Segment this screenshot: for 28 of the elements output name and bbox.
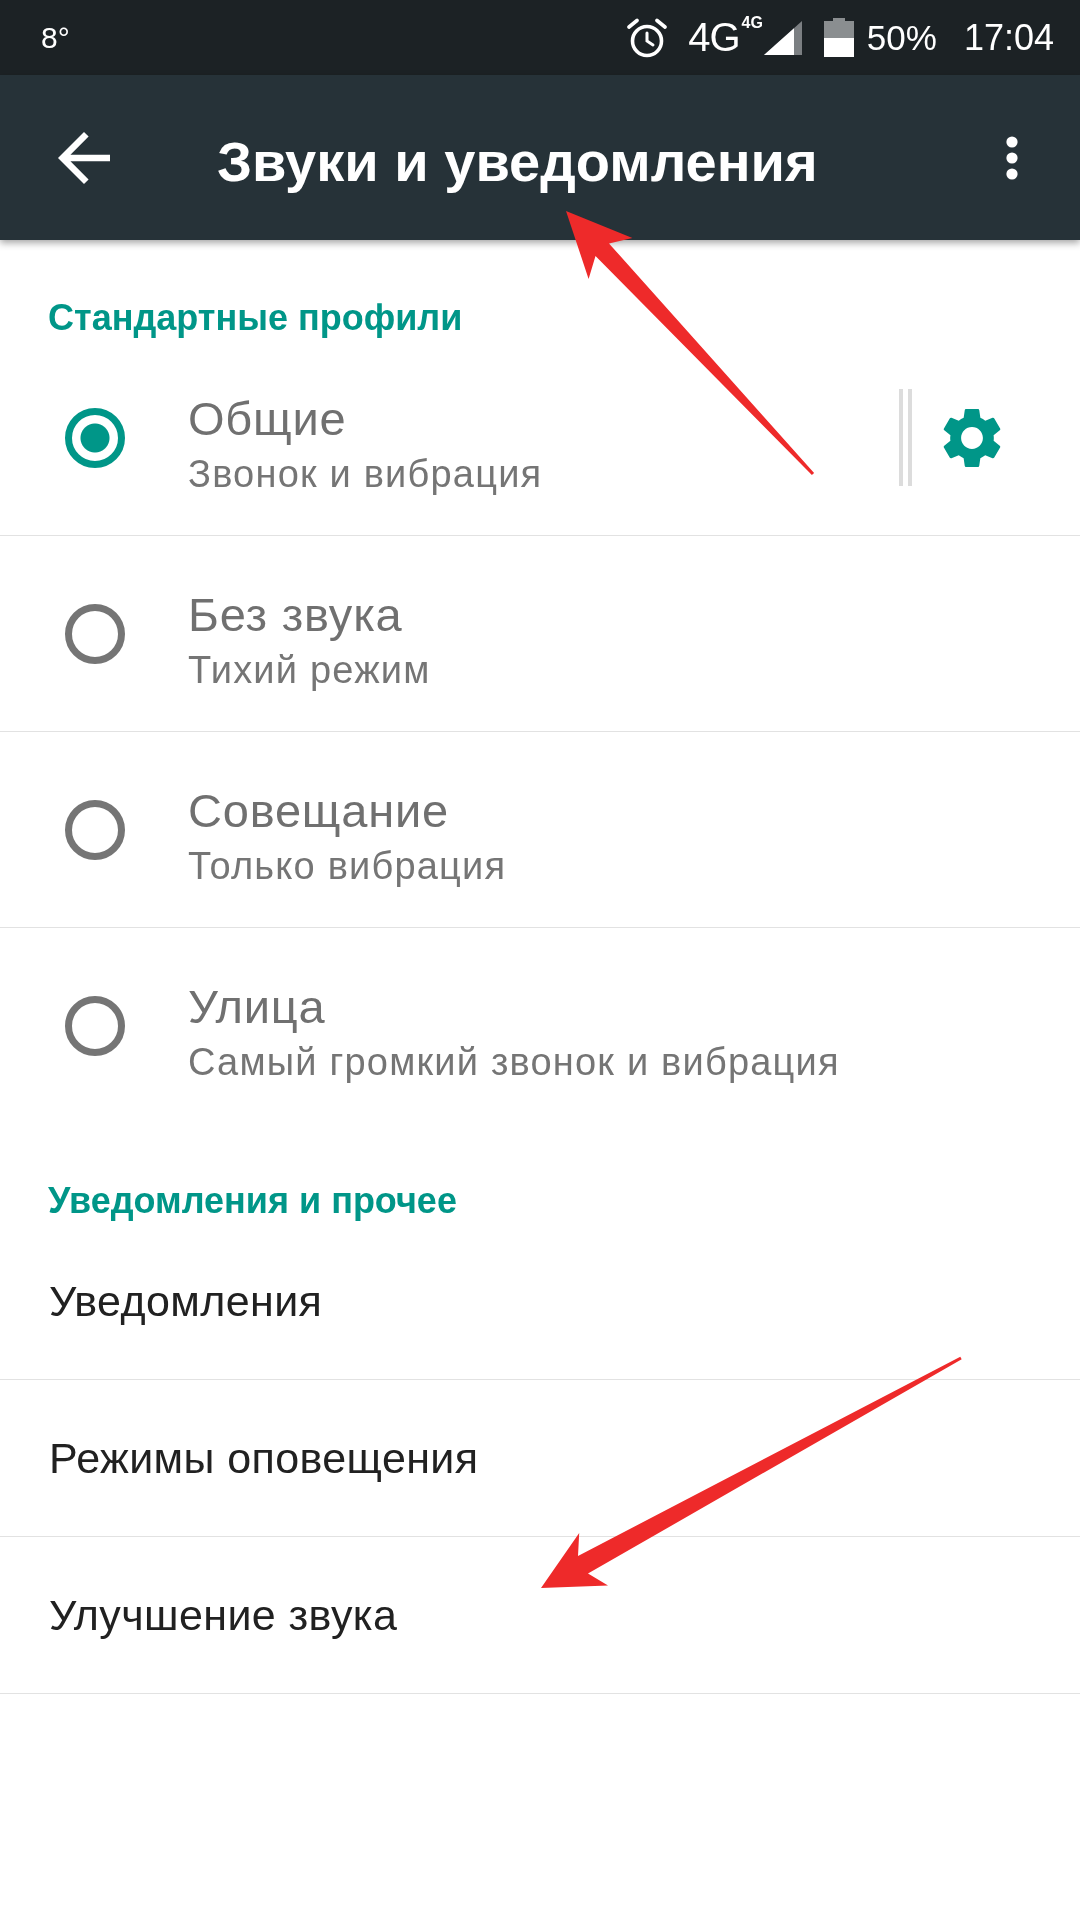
profile-subtitle: Только вибрация bbox=[188, 843, 507, 889]
overflow-menu-icon[interactable] bbox=[1006, 135, 1018, 180]
profile-subtitle: Тихий режим bbox=[188, 647, 431, 693]
profile-subtitle: Звонок и вибрация bbox=[188, 451, 543, 497]
toolbar-title: Звуки и уведомления bbox=[217, 129, 818, 194]
menu-item[interactable]: Уведомления bbox=[49, 1273, 323, 1329]
radio-button[interactable] bbox=[65, 995, 125, 1056]
radio-button[interactable] bbox=[65, 799, 125, 860]
clock-text: 17:04 bbox=[963, 16, 1054, 59]
profile-title: Общие bbox=[188, 390, 347, 447]
profile-subtitle: Самый громкий звонок и вибрация bbox=[188, 1039, 840, 1085]
radio-button[interactable] bbox=[65, 603, 125, 664]
settings-icon[interactable] bbox=[942, 407, 1002, 468]
signal-strength-icon bbox=[763, 20, 802, 55]
menu-item[interactable]: Режимы оповещения bbox=[49, 1430, 479, 1486]
alarm-clock-icon bbox=[626, 17, 669, 58]
profile-title: Без звука bbox=[188, 586, 403, 643]
section-header: Уведомления и прочее bbox=[48, 1181, 457, 1221]
battery-percent-text: 50% bbox=[866, 17, 937, 58]
section-header: Стандартные профили bbox=[48, 298, 463, 338]
temperature-text: 8° bbox=[41, 20, 70, 55]
menu-item[interactable]: Улучшение звука bbox=[49, 1587, 398, 1643]
signal-label-text: 4G bbox=[741, 14, 763, 32]
profile-title: Улица bbox=[188, 978, 326, 1035]
back-arrow-icon[interactable] bbox=[58, 131, 110, 184]
network-type-text: 4G bbox=[688, 15, 740, 60]
profile-title: Совещание bbox=[188, 782, 450, 839]
battery-icon bbox=[823, 18, 854, 57]
